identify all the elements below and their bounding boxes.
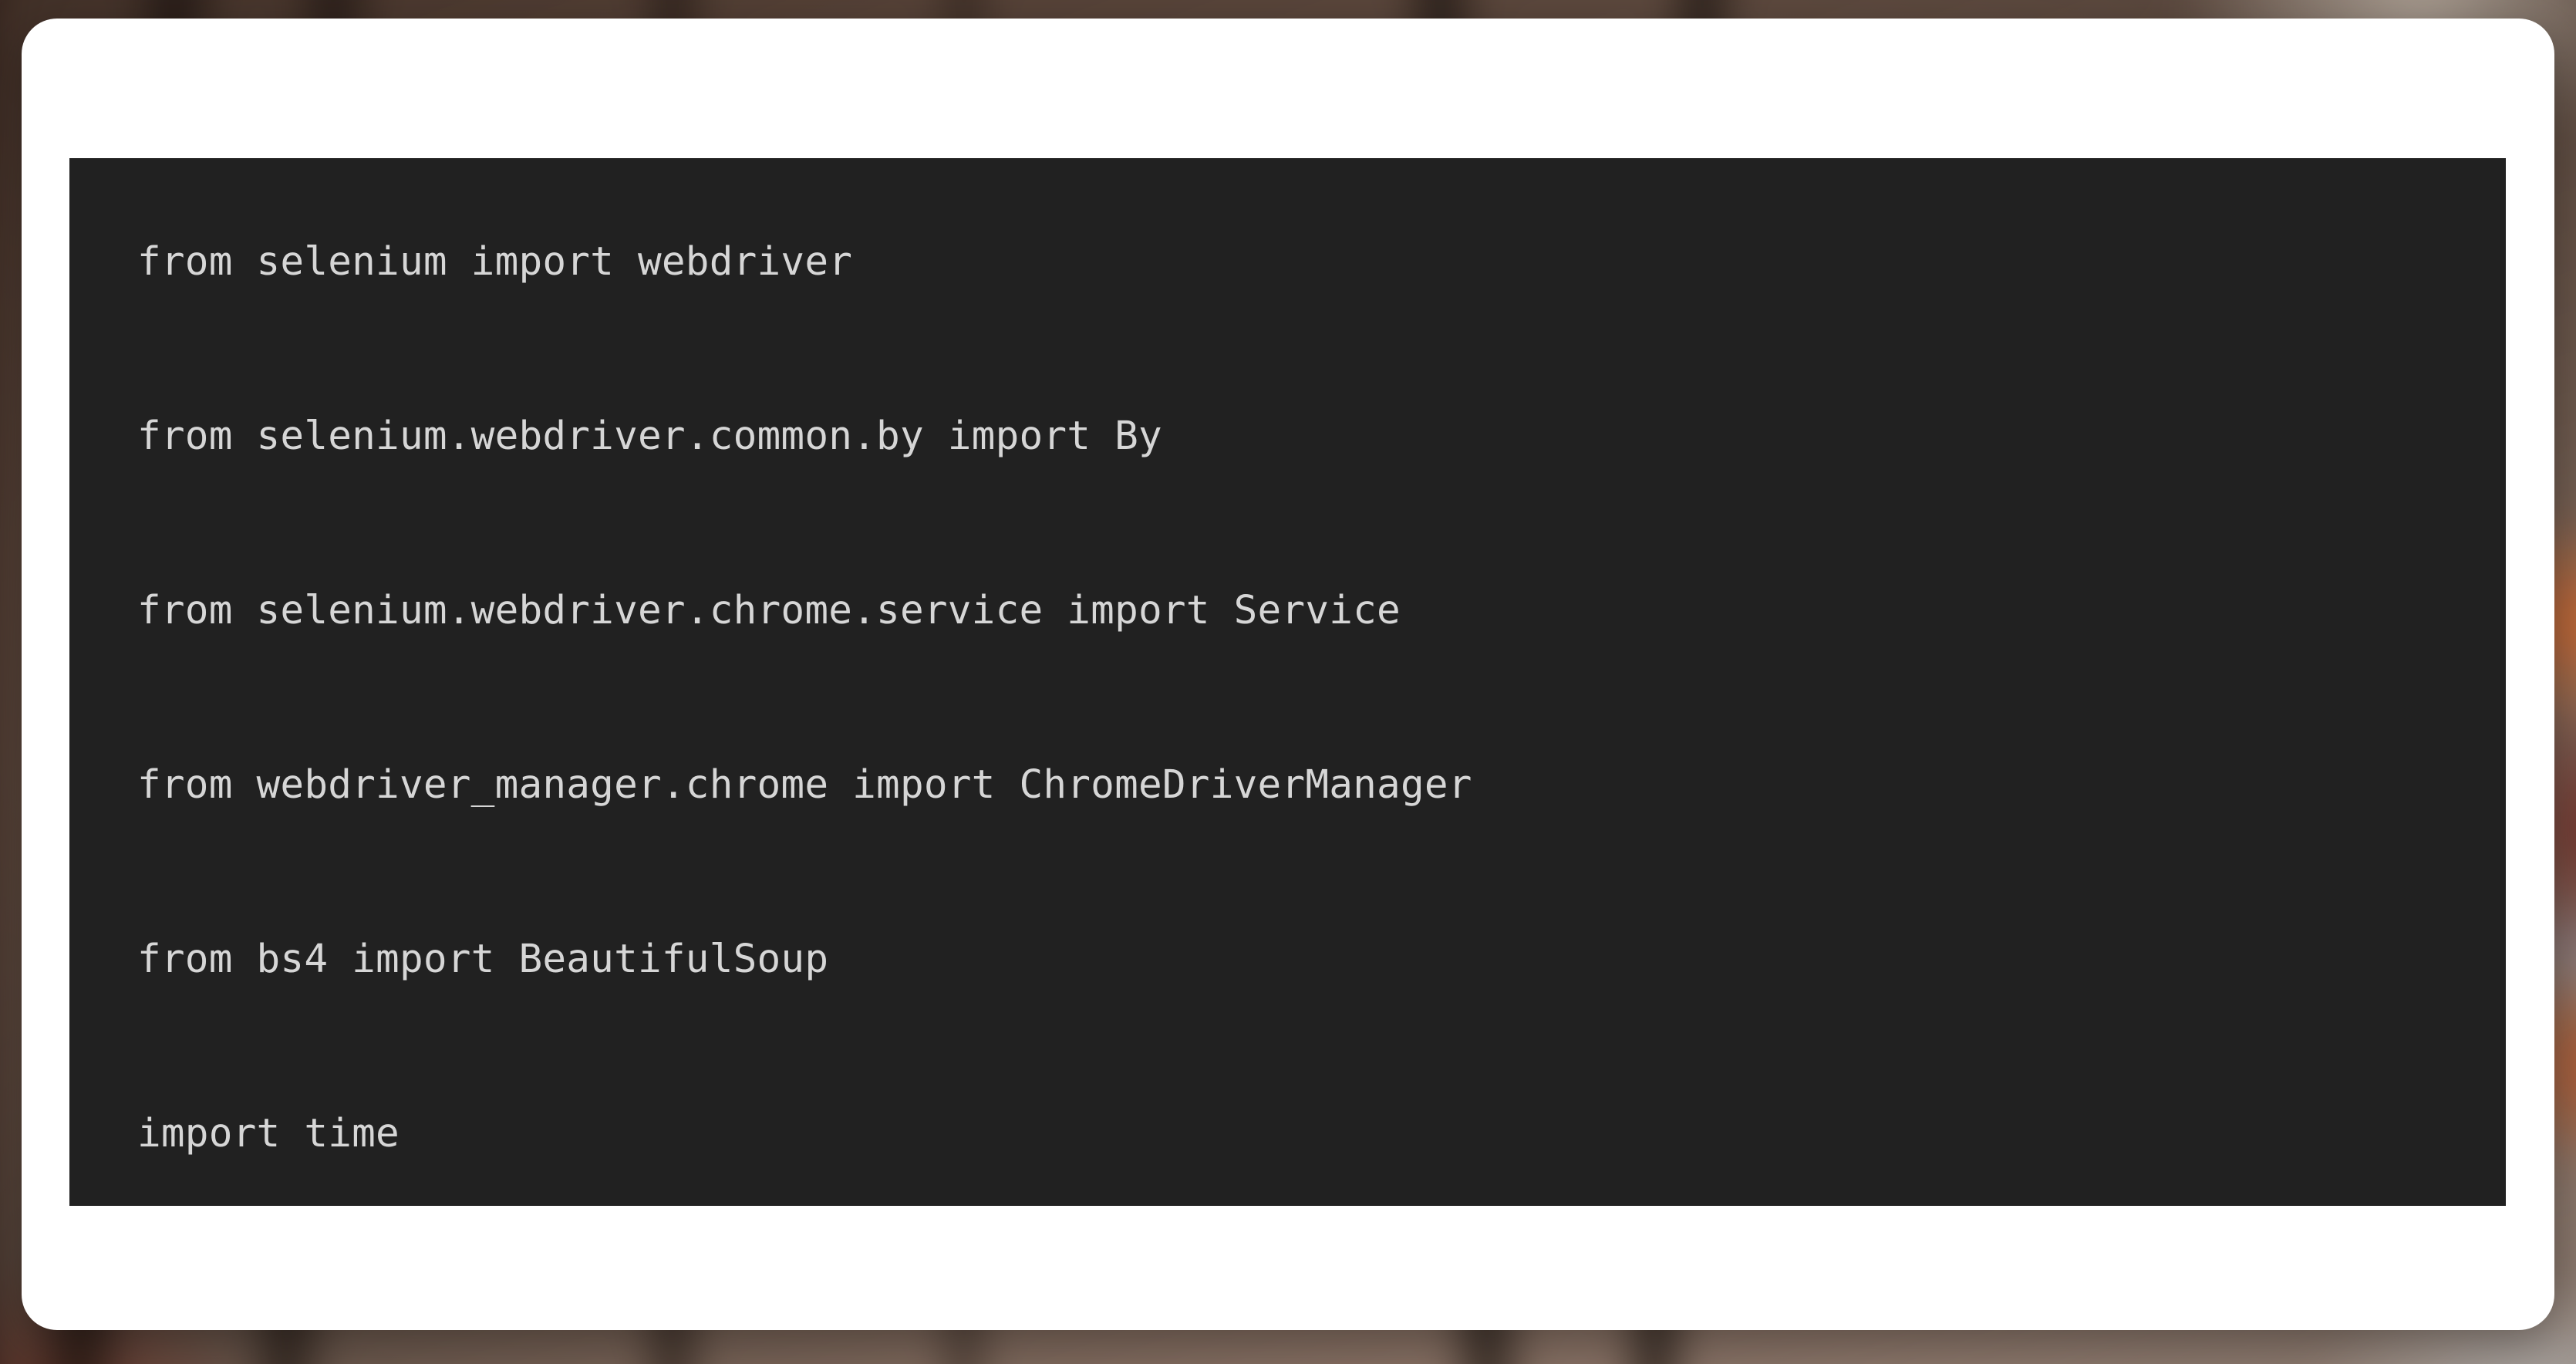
code-line: from selenium.webdriver.chrome.service i… (137, 588, 1401, 633)
code-line: import time (137, 1111, 400, 1156)
code-line: from webdriver_manager.chrome import Chr… (137, 762, 1472, 808)
code-block[interactable]: from selenium import webdriver from selen… (69, 158, 2506, 1206)
code-line: from selenium import webdriver (137, 239, 853, 285)
code-lines-container: from selenium import webdriver from selen… (137, 175, 2506, 1206)
code-line: from selenium.webdriver.common.by import… (137, 414, 1162, 459)
content-card: from selenium import webdriver from selen… (22, 19, 2554, 1330)
code-line: from bs4 import BeautifulSoup (137, 937, 829, 982)
